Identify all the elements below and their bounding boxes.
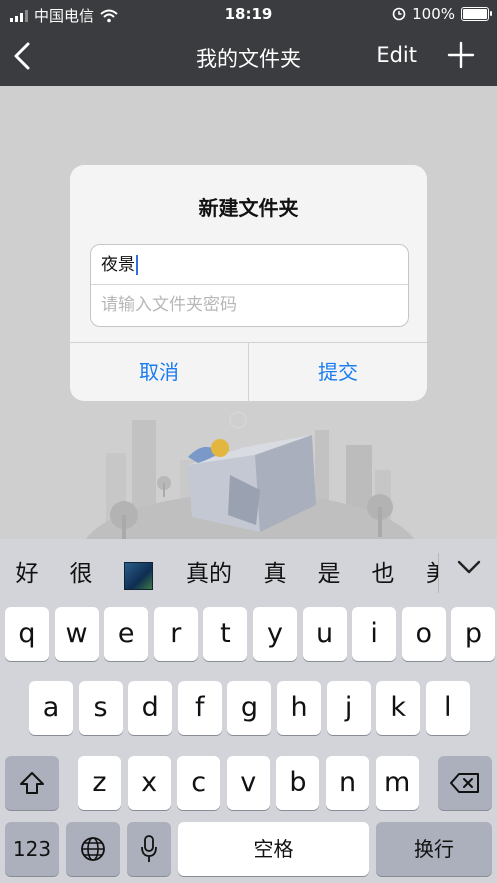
key-o[interactable]: o	[401, 607, 446, 661]
plus-icon[interactable]	[447, 41, 475, 69]
key-w[interactable]: w	[54, 607, 99, 661]
folder-name-input[interactable]: 夜景	[91, 245, 408, 285]
key-g[interactable]: g	[227, 681, 272, 735]
keyboard: 好 很 真的 真 是 也 美 qwertyuiop asdfghjkl zxcv…	[0, 539, 497, 883]
candidate-word[interactable]: 是	[312, 539, 346, 609]
delete-key[interactable]	[438, 756, 492, 810]
shift-icon	[20, 772, 44, 794]
key-d[interactable]: d	[128, 681, 173, 735]
key-v[interactable]: v	[226, 756, 270, 810]
key-c[interactable]: c	[177, 756, 221, 810]
candidate-word[interactable]: 真	[258, 539, 292, 609]
space-key[interactable]: 空格	[178, 822, 369, 876]
key-r[interactable]: r	[153, 607, 198, 661]
key-n[interactable]: n	[326, 756, 369, 810]
key-j[interactable]: j	[326, 681, 371, 735]
cancel-button[interactable]: 取消	[70, 343, 249, 401]
mic-key[interactable]	[127, 822, 171, 876]
alarm-icon	[392, 7, 406, 21]
candidate-word-text: 美	[426, 561, 438, 587]
key-q[interactable]: q	[5, 607, 49, 661]
key-h[interactable]: h	[277, 681, 321, 735]
shift-key[interactable]	[5, 756, 59, 810]
empty-folder-illustration	[85, 411, 415, 540]
return-key[interactable]: 换行	[376, 822, 492, 876]
candidate-word[interactable]: 很	[64, 539, 98, 609]
globe-icon	[81, 837, 105, 861]
candidate-word[interactable]: 美	[420, 539, 438, 609]
key-t[interactable]: t	[203, 607, 248, 661]
candidate-divider	[438, 553, 439, 593]
page-title: 我的文件夹	[196, 47, 301, 71]
text-caret	[136, 255, 138, 275]
mic-icon	[141, 835, 157, 862]
battery-icon	[461, 7, 492, 21]
globe-key[interactable]	[66, 822, 120, 876]
edit-button[interactable]: Edit	[376, 43, 417, 67]
new-folder-dialog: 新建文件夹 夜景 请输入文件夹密码 取消 提交	[70, 165, 427, 401]
numbers-key[interactable]: 123	[5, 822, 59, 876]
key-x[interactable]: x	[127, 756, 171, 810]
candidate-image[interactable]	[124, 562, 153, 590]
dialog-buttons: 取消 提交	[70, 342, 427, 401]
key-s[interactable]: s	[78, 681, 123, 735]
key-p[interactable]: p	[451, 607, 496, 661]
key-m[interactable]: m	[375, 756, 419, 810]
key-e[interactable]: e	[104, 607, 149, 661]
submit-button[interactable]: 提交	[249, 343, 427, 401]
candidate-word[interactable]: 真的	[178, 539, 240, 609]
status-right: 100%	[392, 5, 492, 23]
status-bar: 中国电信 18:19 100%	[0, 0, 497, 28]
key-b[interactable]: b	[276, 756, 320, 810]
dialog-fields: 夜景 请输入文件夹密码	[90, 244, 409, 327]
candidate-word[interactable]: 也	[366, 539, 400, 609]
key-y[interactable]: y	[253, 607, 297, 661]
key-i[interactable]: i	[352, 607, 397, 661]
key-z[interactable]: z	[78, 756, 121, 810]
candidate-bar: 好 很 真的 真 是 也 美	[0, 539, 497, 609]
dialog-title: 新建文件夹	[198, 196, 299, 220]
delete-icon	[450, 773, 479, 793]
key-u[interactable]: u	[302, 607, 347, 661]
nav-bar: 我的文件夹 Edit	[0, 28, 497, 86]
key-l[interactable]: l	[425, 681, 470, 735]
key-a[interactable]: a	[29, 681, 73, 735]
battery-percent: 100%	[412, 5, 455, 23]
key-f[interactable]: f	[177, 681, 222, 735]
key-k[interactable]: k	[376, 681, 421, 735]
folder-name-value: 夜景	[101, 255, 135, 275]
chevron-down-icon[interactable]	[455, 557, 483, 577]
folder-password-input[interactable]: 请输入文件夹密码	[91, 285, 408, 325]
candidate-word[interactable]: 好	[10, 539, 44, 609]
